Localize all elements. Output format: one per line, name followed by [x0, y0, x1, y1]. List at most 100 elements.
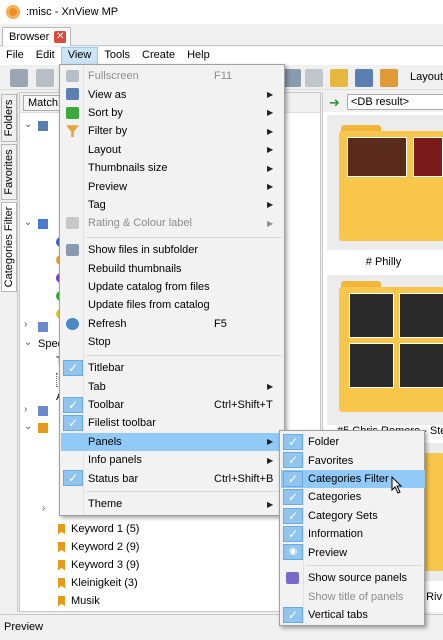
scan-icon[interactable]: [355, 69, 373, 87]
menu-item-vertical-tabs[interactable]: ✓ Vertical tabs: [281, 606, 425, 624]
menu-tools[interactable]: Tools: [98, 47, 136, 65]
photo-thumbnail: [399, 343, 443, 388]
keyword-item[interactable]: Musik: [58, 592, 100, 610]
keyword-item[interactable]: Kleinigkeit (3): [58, 574, 138, 592]
toolbar-icon-1[interactable]: [283, 69, 301, 87]
menu-item-filelist-toolbar[interactable]: ✓ Filelist toolbar: [61, 414, 285, 432]
keyword-tag-icon: [58, 541, 65, 553]
view-as-icon: [66, 88, 79, 101]
keyword-item[interactable]: Keyword 2 (9): [58, 538, 139, 556]
menu-item-sort-by[interactable]: Sort by ▶: [61, 104, 285, 122]
chevron-down-icon[interactable]: ⌄: [24, 119, 32, 130]
menu-item-show-files-in-subfolder[interactable]: Show files in subfolder: [61, 241, 285, 259]
vtab-categories-filter[interactable]: Categories Filter: [1, 202, 17, 292]
menu-item-tab[interactable]: Tab ▶: [61, 377, 285, 395]
eye-icon: ◉: [283, 544, 303, 561]
menu-item-label: Tab: [88, 380, 106, 393]
menu-item-info-panels[interactable]: Info panels ▶: [61, 451, 285, 469]
keyword-label: Keyword 2 (9): [71, 541, 140, 553]
menu-item-panels[interactable]: Panels ▶: [61, 432, 285, 451]
menu-item-layout[interactable]: Layout ▶: [61, 141, 285, 159]
submenu-arrow-icon: ▶: [267, 218, 274, 228]
menu-item-status-bar[interactable]: ✓ Status bar Ctrl+Shift+B: [61, 469, 285, 487]
menu-item-label: Preview: [88, 180, 128, 193]
menu-item-show-source-panels[interactable]: Show source panels: [281, 569, 425, 587]
menu-help[interactable]: Help: [181, 47, 216, 65]
chevron-down-icon[interactable]: ⌄: [24, 217, 32, 228]
menu-item-label: Refresh: [88, 317, 127, 330]
vtab-folders-label: Folders: [3, 99, 15, 137]
menu-item-stop[interactable]: Stop: [61, 333, 285, 351]
rating-icon: [66, 217, 79, 230]
menu-item-label: Fullscreen: [88, 70, 139, 83]
menu-file[interactable]: File: [0, 47, 30, 65]
address-field[interactable]: <DB result>: [347, 94, 443, 110]
menu-item-update-files-from-catalog[interactable]: Update files from catalog: [61, 296, 285, 314]
menu-item-show-title-of-panels[interactable]: Show title of panels: [281, 587, 425, 605]
menu-item-view-as[interactable]: View as ▶: [61, 85, 285, 103]
menu-item-preview[interactable]: Preview ▶: [61, 177, 285, 195]
menu-separator: [86, 491, 282, 492]
keyword-label: Musik: [71, 595, 100, 607]
menu-item-categories[interactable]: ✓ Categories: [281, 488, 425, 506]
fullscreen-icon: [66, 70, 79, 82]
menu-item-toolbar[interactable]: ✓ Toolbar Ctrl+Shift+T: [61, 396, 285, 414]
keyword-label: Keyword 1 (5): [71, 523, 140, 535]
vtab-favorites[interactable]: Favorites: [1, 144, 17, 200]
menu-item-fullscreen[interactable]: Fullscreen F11: [61, 67, 285, 85]
menu-item-label: Toolbar: [88, 398, 125, 411]
slideshow-icon[interactable]: [330, 69, 348, 87]
menu-item-refresh[interactable]: Refresh F5: [61, 315, 285, 333]
menu-item-label: Category Sets: [308, 509, 378, 522]
vtab-folders[interactable]: Folders: [1, 94, 17, 142]
close-tab-icon[interactable]: ✕: [54, 31, 67, 43]
menu-item-label: Stop: [88, 336, 111, 349]
menu-item-filter-by[interactable]: Filter by ▶: [61, 122, 285, 140]
menu-item-rebuild-thumbnails[interactable]: Rebuild thumbnails: [61, 259, 285, 277]
menu-edit[interactable]: Edit: [30, 47, 61, 65]
menu-item-favorites[interactable]: ✓ Favorites: [281, 451, 425, 469]
menu-item-rating-colour-label[interactable]: Rating & Colour label ▶: [61, 214, 285, 232]
thumbnail-cell[interactable]: [327, 275, 443, 425]
send-icon[interactable]: [380, 69, 398, 87]
menu-item-theme[interactable]: Theme ▶: [61, 495, 285, 513]
fullscreen-icon[interactable]: [36, 69, 54, 87]
chevron-right-icon[interactable]: ›: [42, 503, 45, 514]
chevron-right-icon[interactable]: ›: [24, 404, 27, 415]
menu-item-category-sets[interactable]: ✓ Category Sets: [281, 507, 425, 525]
chevron-right-icon[interactable]: ›: [24, 319, 27, 330]
menu-view[interactable]: View: [60, 47, 99, 65]
tab-browser[interactable]: Browser ✕: [2, 27, 72, 46]
keyword-category-icon: [38, 423, 48, 433]
menu-item-information[interactable]: ✓ Information: [281, 525, 425, 543]
menu-item-label: Filelist toolbar: [88, 417, 156, 430]
keyword-item[interactable]: Keyword 1 (5): [58, 520, 139, 538]
menu-item-thumbnails-size[interactable]: Thumbnails size ▶: [61, 159, 285, 177]
checkmark-icon: ✓: [283, 470, 303, 487]
thumbnail-cell[interactable]: [327, 115, 443, 250]
menu-item-label: Status bar: [88, 472, 139, 485]
back-arrow-icon[interactable]: ➜: [329, 95, 340, 111]
menu-item-update-catalog-from-files[interactable]: Update catalog from files: [61, 278, 285, 296]
menu-item-label: Panels: [88, 435, 122, 448]
chevron-down-icon[interactable]: ⌄: [24, 337, 32, 348]
copy-icon[interactable]: [305, 69, 323, 87]
menu-item-label: Update catalog from files: [88, 280, 210, 293]
chevron-down-icon[interactable]: ⌄: [24, 421, 32, 432]
menu-item-folder[interactable]: ✓ Folder: [281, 433, 425, 451]
screen-icon[interactable]: [10, 69, 28, 87]
menu-item-tag[interactable]: Tag ▶: [61, 196, 285, 214]
layout-button[interactable]: Layout: [410, 71, 443, 83]
thumbnail-caption: # Philly: [365, 256, 402, 268]
menu-item-preview-panel[interactable]: ◉ Preview: [281, 543, 425, 561]
vtab-favorites-label: Favorites: [3, 149, 15, 195]
menu-create[interactable]: Create: [136, 47, 181, 65]
submenu-arrow-icon: ▶: [267, 163, 274, 173]
menu-item-titlebar[interactable]: ✓ Titlebar: [61, 359, 285, 377]
submenu-arrow-icon: ▶: [267, 90, 274, 100]
menu-bar: File Edit View Tools Create Help: [0, 47, 443, 65]
submenu-arrow-icon: ▶: [267, 200, 274, 210]
menu-separator: [86, 355, 282, 356]
menu-item-categories-filter[interactable]: ✓ Categories Filter: [281, 469, 425, 489]
keyword-item[interactable]: Keyword 3 (9): [58, 556, 139, 574]
